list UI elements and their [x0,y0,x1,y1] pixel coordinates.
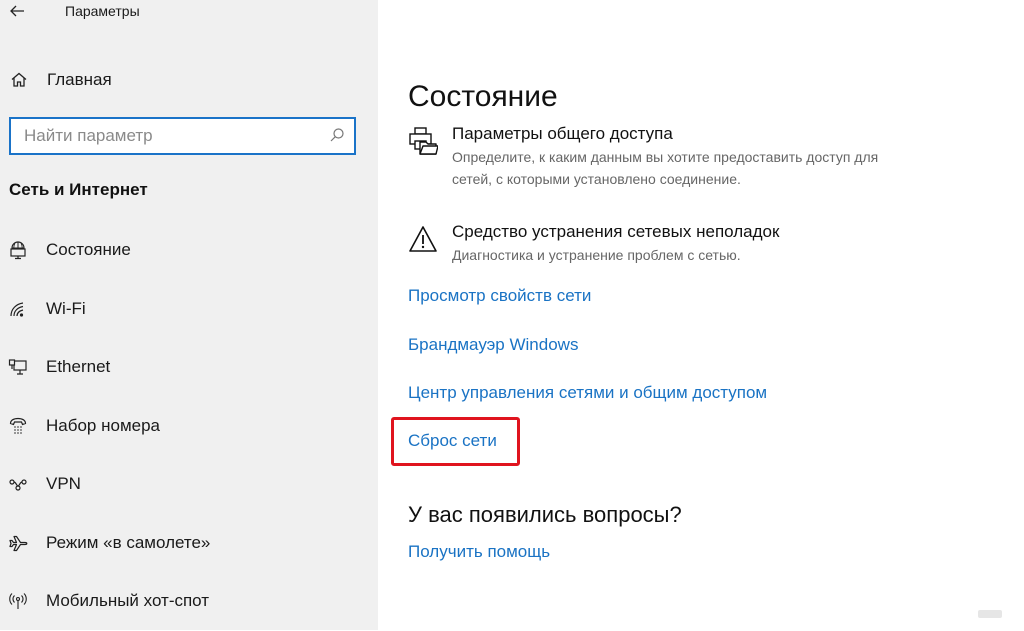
setting-description: сетей, с которыми установлено соединение… [452,171,741,187]
warning-icon [408,222,438,266]
troubleshooter-item[interactable]: Средство устранения сетевых неполадок Ди… [408,222,779,266]
hotspot-icon [7,591,29,611]
network-sharing-center-link[interactable]: Центр управления сетями и общим доступом [408,383,767,403]
sidebar-item-hotspot[interactable]: Мобильный хот-спот [0,572,378,631]
windows-firewall-link[interactable]: Брандмауэр Windows [408,335,578,355]
airplane-icon [7,533,29,553]
sharing-options-item[interactable]: Параметры общего доступа Определите, к к… [408,124,878,190]
sidebar-item-ethernet[interactable]: Ethernet [0,338,378,397]
home-icon [8,71,30,89]
sidebar-nav: Состояние Wi-Fi Ethernet Набор номера VP… [0,221,378,631]
watermark [978,610,1002,618]
dialup-phone-icon [7,416,29,436]
page-title: Состояние [408,80,558,114]
setting-title: Параметры общего доступа [452,124,673,143]
ethernet-icon [7,357,29,377]
sidebar-item-label: Ethernet [46,357,111,377]
search-box[interactable] [9,117,356,155]
section-title: Сеть и Интернет [9,180,148,199]
help-title: У вас появились вопросы? [408,502,682,527]
sidebar-item-label: Мобильный хот-спот [46,591,210,611]
setting-description: Диагностика и устранение проблем с сетью… [452,247,741,263]
search-input[interactable] [24,125,324,147]
sidebar-item-vpn[interactable]: VPN [0,455,378,514]
sidebar-item-wifi[interactable]: Wi-Fi [0,280,378,339]
setting-description: Определите, к каким данным вы хотите пре… [452,149,879,165]
sidebar: Параметры Главная Сеть и Интернет Состоя… [0,0,378,630]
highlight-annotation [391,417,520,466]
search-icon[interactable] [329,127,345,143]
title-bar: Параметры [0,0,378,24]
vpn-icon [7,474,29,494]
wifi-icon [7,299,29,319]
sidebar-item-dialup[interactable]: Набор номера [0,397,378,456]
sidebar-item-label: Wi-Fi [46,298,86,318]
printer-folder-icon [408,124,438,190]
view-network-properties-link[interactable]: Просмотр свойств сети [408,286,591,306]
arrow-left-icon [10,5,24,17]
get-help-link[interactable]: Получить помощь [408,542,550,562]
sidebar-item-status[interactable]: Состояние [0,221,378,280]
sidebar-item-label: Набор номера [46,415,160,435]
back-button[interactable] [8,0,28,22]
sidebar-item-airplane[interactable]: Режим «в самолете» [0,514,378,573]
globe-monitor-icon [7,240,29,260]
sidebar-item-label: VPN [46,474,81,494]
sidebar-item-label: Главная [47,70,112,89]
setting-title: Средство устранения сетевых неполадок [452,222,780,241]
sidebar-item-home[interactable]: Главная [0,64,378,96]
app-title: Параметры [65,3,140,19]
sidebar-item-label: Режим «в самолете» [46,532,211,552]
sidebar-item-label: Состояние [46,240,131,260]
